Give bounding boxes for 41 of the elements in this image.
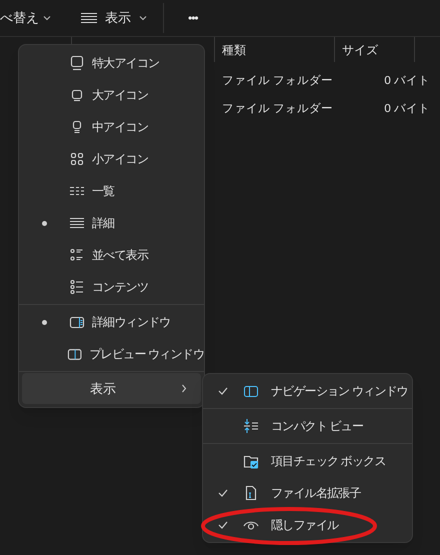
lines-icon	[81, 13, 97, 23]
tiles-icon	[69, 247, 85, 263]
preview-pane-icon	[67, 346, 82, 362]
menu-item[interactable]: ファイル名拡張子	[203, 477, 412, 509]
submenu-item[interactable]: 表示	[22, 373, 201, 404]
content-icon	[69, 279, 85, 295]
menu-item[interactable]: 大アイコン	[19, 79, 204, 111]
table-cell-text: 0 バイト	[383, 74, 430, 90]
sort-button[interactable]: べ替え	[0, 3, 59, 33]
column-header[interactable]: 種類	[215, 37, 335, 62]
menu-item[interactable]: 詳細ウィンドウ	[19, 306, 204, 338]
menu-item[interactable]: 隠しファイル	[203, 509, 412, 541]
menu-item[interactable]: 小アイコン	[19, 143, 204, 175]
lines-icon	[69, 215, 85, 231]
menu-item[interactable]: コンパクト ビュー	[203, 410, 412, 442]
pane-icon	[243, 383, 259, 399]
menu-item[interactable]: 項目チェック ボックス	[203, 445, 412, 477]
view-button[interactable]: 表示	[77, 3, 151, 33]
menu-item[interactable]: 詳細	[19, 207, 204, 239]
monitor-icon	[69, 55, 85, 71]
table-cell-text: 0 バイト	[383, 102, 430, 118]
compact-icon	[243, 418, 259, 434]
monitor-icon	[69, 87, 85, 103]
details-pane-icon	[69, 314, 85, 330]
menu-item[interactable]: 特大アイコン	[19, 47, 204, 79]
chevron-down-icon	[43, 15, 51, 21]
table-cell-text: ファイル フォルダー	[222, 74, 334, 90]
chevron-down-icon	[139, 15, 147, 21]
menu-item[interactable]: 中アイコン	[19, 111, 204, 143]
grid-icon	[69, 151, 85, 167]
menu-item[interactable]: ナビゲーション ウィンドウ	[203, 375, 412, 407]
folder-check-icon	[243, 453, 259, 469]
chevron-right-icon	[181, 384, 187, 393]
menu-item[interactable]: 一覧	[19, 175, 204, 207]
more-button[interactable]: •••	[180, 3, 206, 33]
table-cell-text: ファイル フォルダー	[222, 102, 334, 118]
column-header[interactable]: サイズ	[335, 37, 415, 62]
menu-item[interactable]: 並べて表示	[19, 239, 204, 271]
menu-item[interactable]: プレビュー ウィンドウ	[19, 338, 204, 370]
menu-item[interactable]: コンテンツ	[19, 271, 204, 303]
document-icon	[243, 485, 259, 501]
